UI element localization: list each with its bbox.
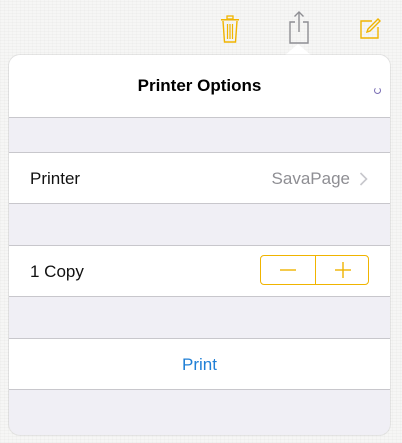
popover-header: Printer Options — [9, 55, 390, 118]
plus-icon — [335, 262, 351, 278]
share-icon[interactable] — [288, 10, 310, 44]
print-row[interactable]: Print — [9, 338, 390, 390]
printer-options-popover: Printer Options Printer SavaPage 1 Copy — [9, 55, 390, 435]
minus-icon — [280, 269, 296, 271]
increment-button[interactable] — [316, 256, 370, 284]
printer-value: SavaPage — [271, 169, 350, 188]
activity-spinner-icon — [374, 87, 381, 94]
copies-stepper — [260, 255, 369, 285]
trash-icon[interactable] — [220, 14, 240, 44]
decrement-button[interactable] — [261, 256, 315, 284]
printer-label: Printer — [30, 169, 81, 188]
chevron-right-icon — [359, 172, 368, 186]
print-button[interactable]: Print — [9, 355, 390, 375]
printer-row[interactable]: Printer SavaPage — [9, 152, 390, 204]
compose-icon[interactable] — [358, 17, 382, 41]
copies-label: 1 Copy — [30, 262, 84, 281]
popover-title: Printer Options — [137, 76, 262, 95]
copies-row: 1 Copy — [9, 245, 390, 297]
